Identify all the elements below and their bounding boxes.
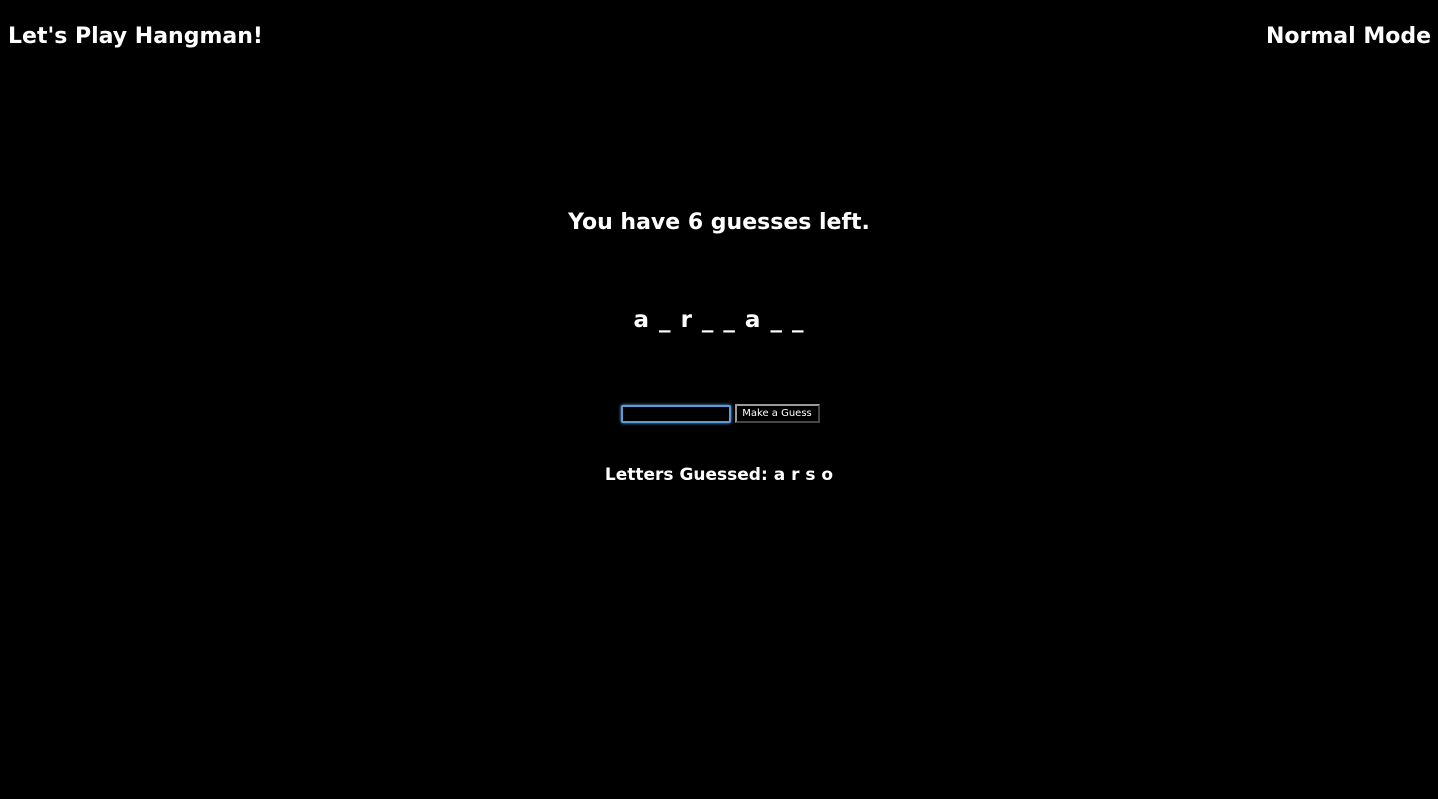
hidden-word-display: a _ r _ _ a _ _ (633, 307, 805, 333)
hangman-page: Let's Play Hangman! Normal Mode You have… (0, 0, 1438, 799)
make-guess-button[interactable]: Make a Guess (734, 404, 820, 423)
guess-form: Make a Guess (0, 404, 1438, 423)
guesses-remaining-text: You have 6 guesses left. (568, 210, 870, 235)
guess-input[interactable] (620, 404, 731, 423)
letters-guessed-text: Letters Guessed: a r s o (604, 465, 834, 485)
game-mode-label: Normal Mode (1265, 24, 1431, 49)
page-title: Let's Play Hangman! (8, 24, 263, 49)
